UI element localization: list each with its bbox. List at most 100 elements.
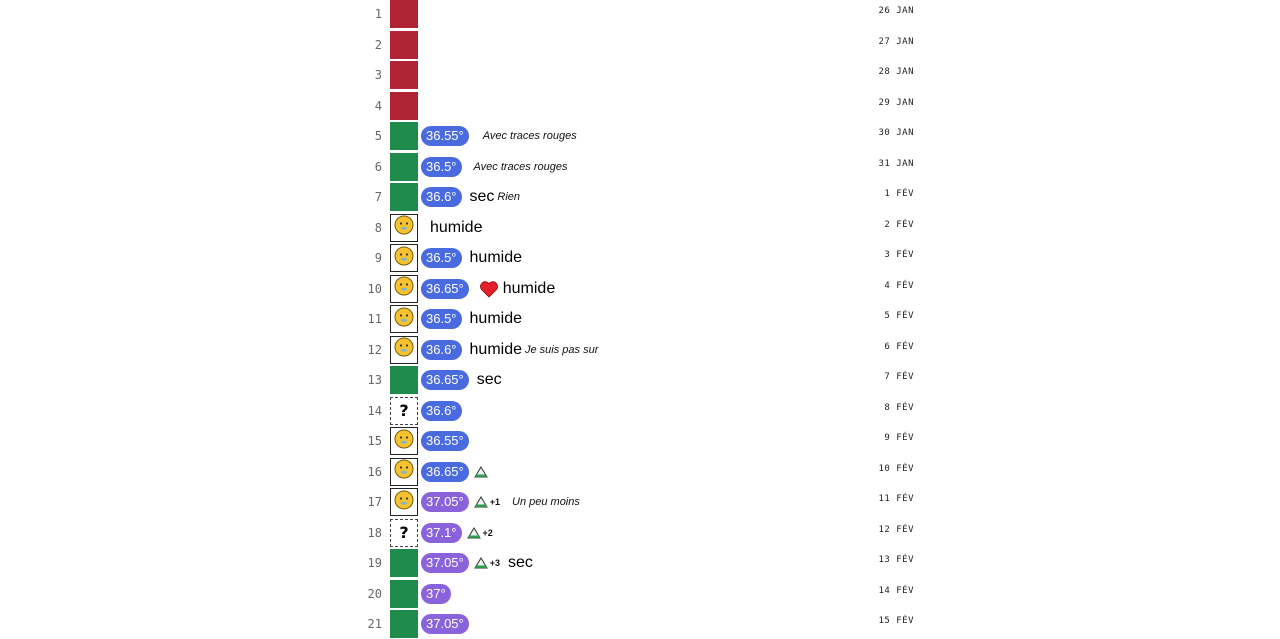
cycle-day-list: 1 26 JAN 2 27 JAN 3 28 JAN 4 29 JAN 5 36.55° Avec … — [0, 0, 1280, 639]
day-row[interactable]: 16 36.65° 10 FÉV — [0, 456, 1280, 487]
day-number: 6 — [374, 159, 382, 174]
day-row[interactable]: 18? 37.1° +2 12 FÉV — [0, 517, 1280, 548]
day-number: 2 — [374, 37, 382, 52]
day-number: 5 — [374, 129, 382, 143]
day-content: humide — [421, 217, 482, 239]
day-number: 9 — [374, 251, 382, 265]
temperature-badge[interactable]: 37° — [421, 583, 451, 604]
day-date: 13 FÉV — [878, 555, 914, 565]
period-box[interactable] — [390, 30, 418, 59]
day-row[interactable]: 21 37.05° 15 FÉV — [0, 608, 1280, 639]
temperature-badge[interactable]: 36.5° — [421, 156, 462, 177]
day-row[interactable]: 14? 36.6° 8 FÉV — [0, 395, 1280, 426]
day-row[interactable]: 2 27 JAN — [0, 29, 1280, 60]
temperature-badge[interactable]: 36.65° — [421, 278, 469, 299]
day-row[interactable]: 6 36.5° Avec traces rouges 31 JAN — [0, 151, 1280, 182]
temperature-badge[interactable]: 37.1° — [421, 522, 462, 543]
day-row[interactable]: 13 36.65° sec 7 FÉV — [0, 364, 1280, 395]
day-row[interactable]: 15 36.55° 9 FÉV — [0, 425, 1280, 456]
day-number: 16 — [367, 464, 382, 479]
temperature-badge[interactable]: 36.55° — [421, 431, 469, 451]
dry-box[interactable] — [390, 122, 418, 150]
observation-text: sec — [476, 371, 502, 388]
peak-count: +3 — [489, 558, 500, 568]
baby-face-icon — [393, 306, 415, 333]
mucus-box[interactable] — [390, 274, 418, 303]
mucus-box[interactable] — [390, 427, 418, 455]
temperature-badge[interactable]: 36.6° — [421, 187, 462, 207]
baby-face-icon — [393, 489, 415, 516]
temperature-badge[interactable]: 36.5° — [421, 309, 462, 329]
day-content: 36.5° Avec traces rouges — [421, 156, 567, 178]
dry-box[interactable] — [390, 152, 418, 181]
day-number: 13 — [367, 373, 382, 387]
dry-box[interactable] — [390, 183, 418, 211]
mucus-box[interactable] — [390, 335, 418, 364]
temperature-badge[interactable]: 36.6° — [421, 339, 462, 360]
day-row[interactable]: 12 36.6° humide Je suis pas sur 6 FÉV — [0, 334, 1280, 365]
temperature-badge[interactable]: 37.05° — [421, 492, 469, 512]
day-content: 36.55° Avec traces rouges — [421, 125, 577, 147]
day-number: 7 — [374, 190, 382, 204]
day-number: 10 — [367, 281, 382, 296]
mucus-box[interactable] — [390, 305, 418, 333]
temperature-badge[interactable]: 36.6° — [421, 400, 462, 421]
mucus-box[interactable] — [390, 488, 418, 516]
dry-box[interactable] — [390, 579, 418, 608]
unknown-box[interactable]: ? — [390, 518, 418, 547]
day-content: 37.05° +1 Un peu moins — [421, 491, 580, 513]
day-date: 8 FÉV — [884, 402, 914, 413]
temperature-badge[interactable]: 36.65° — [421, 461, 469, 482]
day-date: 26 JAN — [878, 6, 914, 16]
day-row[interactable]: 5 36.55° Avec traces rouges 30 JAN — [0, 120, 1280, 151]
day-date: 15 FÉV — [878, 616, 914, 626]
day-row[interactable]: 9 36.5° humide 3 FÉV — [0, 242, 1280, 273]
day-content: 36.65° humide — [421, 278, 555, 300]
mucus-box[interactable] — [390, 244, 418, 272]
day-row[interactable]: 17 37.05° +1 Un peu moins 11 FÉV — [0, 486, 1280, 517]
day-content: 36.6° sec Rien — [421, 186, 520, 208]
period-box[interactable] — [390, 91, 418, 120]
unknown-mark: ? — [399, 523, 409, 542]
day-date: 14 FÉV — [878, 585, 914, 596]
dry-box[interactable] — [390, 366, 418, 394]
temperature-badge[interactable]: 37.05° — [421, 614, 469, 634]
note-text: Un peu moins — [512, 496, 580, 508]
day-number: 12 — [367, 342, 382, 357]
day-row[interactable]: 4 29 JAN — [0, 90, 1280, 121]
day-date: 7 FÉV — [884, 372, 914, 382]
day-row[interactable]: 11 36.5° humide 5 FÉV — [0, 303, 1280, 334]
day-row[interactable]: 8 humide 2 FÉV — [0, 212, 1280, 243]
day-number: 17 — [367, 495, 382, 509]
temperature-badge[interactable]: 36.65° — [421, 370, 469, 390]
dry-box[interactable] — [390, 549, 418, 577]
peak-triangle-icon — [473, 496, 488, 508]
note-text: Rien — [497, 191, 521, 203]
dry-box[interactable] — [390, 610, 418, 638]
peak-count: +2 — [482, 527, 493, 538]
day-row[interactable]: 20 37° 14 FÉV — [0, 578, 1280, 609]
period-box[interactable] — [390, 61, 418, 89]
temperature-badge[interactable]: 36.55° — [421, 126, 469, 146]
mucus-box[interactable] — [390, 213, 418, 242]
day-row[interactable]: 7 36.6° sec Rien 1 FÉV — [0, 181, 1280, 212]
observation-text: humide — [469, 249, 522, 266]
unknown-box[interactable]: ? — [390, 396, 418, 425]
note-text: Avec traces rouges — [482, 130, 577, 142]
mucus-box[interactable] — [390, 457, 418, 486]
day-date: 30 JAN — [878, 128, 914, 138]
day-row[interactable]: 10 36.65° humide 4 FÉV — [0, 273, 1280, 304]
day-date: 3 FÉV — [884, 250, 914, 260]
day-row[interactable]: 1 26 JAN — [0, 0, 1280, 29]
day-row[interactable]: 3 28 JAN — [0, 59, 1280, 90]
period-box[interactable] — [390, 0, 418, 28]
day-number: 19 — [367, 556, 382, 570]
day-date: 10 FÉV — [878, 463, 914, 474]
day-row[interactable]: 19 37.05° +3 sec 13 FÉV — [0, 547, 1280, 578]
day-number: 20 — [367, 586, 382, 601]
peak-triangle-icon — [466, 526, 481, 539]
temperature-badge[interactable]: 37.05° — [421, 553, 469, 573]
observation-text: sec — [508, 554, 533, 571]
day-number: 4 — [374, 98, 382, 113]
temperature-badge[interactable]: 36.5° — [421, 248, 462, 268]
